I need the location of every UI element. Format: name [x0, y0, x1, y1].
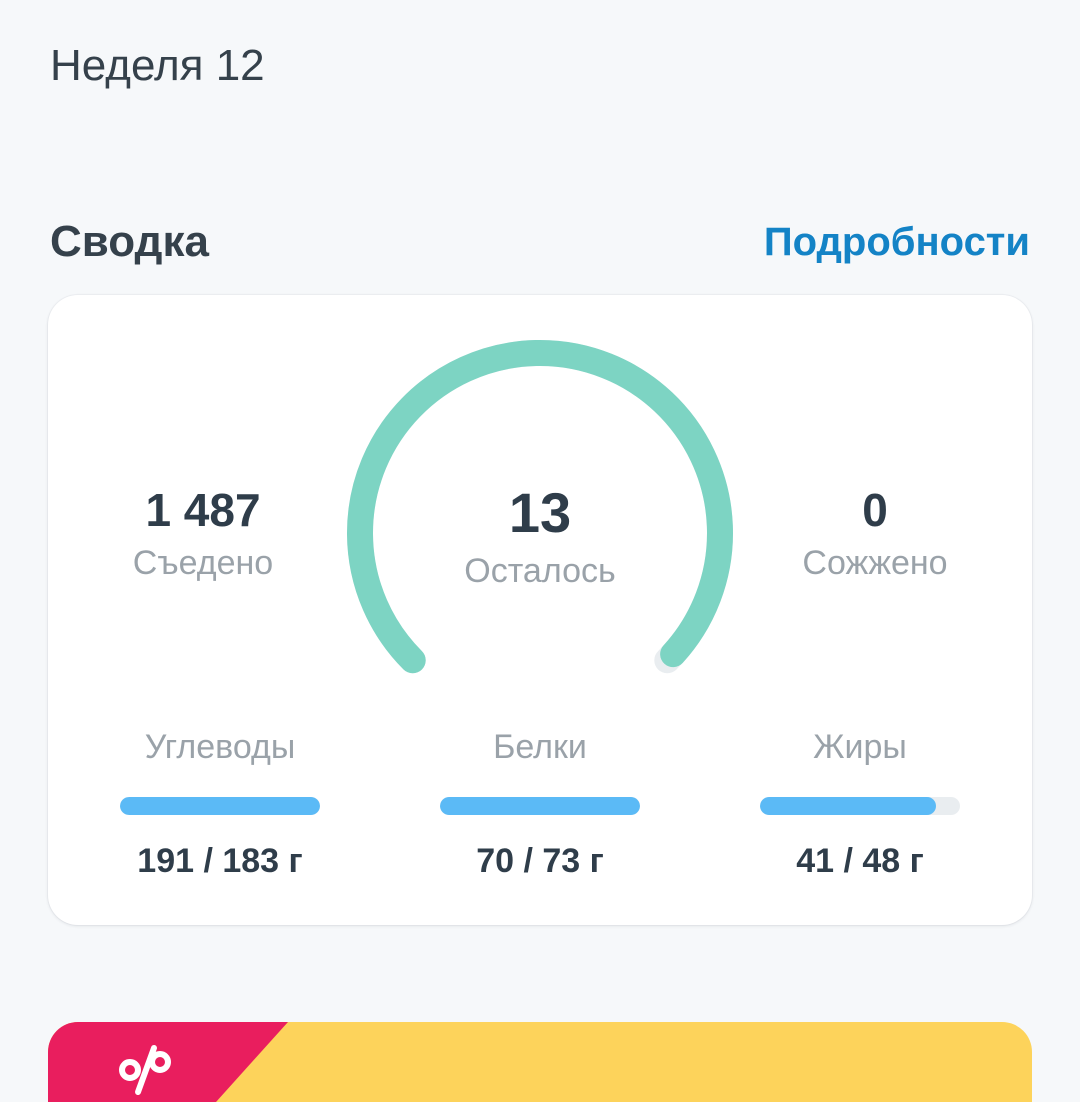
macro-label: Углеводы	[144, 728, 296, 766]
macro-value: 70 / 73 г	[476, 842, 604, 880]
macro-label: Белки	[493, 728, 587, 766]
eaten-stat: 1 487 Съедено	[108, 483, 298, 585]
macro-progress-track	[760, 797, 960, 815]
burned-stat: 0 Сожжено	[780, 483, 970, 585]
macro-progress-fill	[440, 797, 640, 815]
macro-value: 41 / 48 г	[796, 842, 924, 880]
macro-protein: Белки 70 / 73 г	[440, 725, 640, 883]
macro-fat: Жиры 41 / 48 г	[760, 725, 960, 883]
eaten-value: 1 487	[145, 484, 261, 536]
week-title: Неделя 12	[50, 41, 265, 90]
macro-carbs: Углеводы 191 / 183 г	[120, 725, 320, 883]
macro-progress-fill	[120, 797, 320, 815]
eaten-label: Съедено	[132, 544, 274, 582]
summary-title: Сводка	[50, 217, 209, 266]
promo-banner[interactable]	[48, 1022, 1032, 1102]
burned-value: 0	[862, 484, 888, 536]
remaining-stat: 13 Осталось	[440, 481, 640, 593]
details-link[interactable]: Подробности	[764, 214, 1030, 270]
remaining-value: 13	[508, 481, 572, 544]
summary-card[interactable]: 1 487 Съедено 13 Осталось 0 Сожжено Угле…	[48, 295, 1032, 925]
macro-progress-fill	[760, 797, 936, 815]
macro-progress-track	[120, 797, 320, 815]
remaining-label: Осталось	[464, 552, 616, 590]
burned-label: Сожжено	[802, 544, 948, 582]
macro-label: Жиры	[813, 728, 907, 766]
macro-value: 191 / 183 г	[137, 842, 303, 880]
percent-icon	[119, 1045, 171, 1095]
macro-progress-track	[440, 797, 640, 815]
